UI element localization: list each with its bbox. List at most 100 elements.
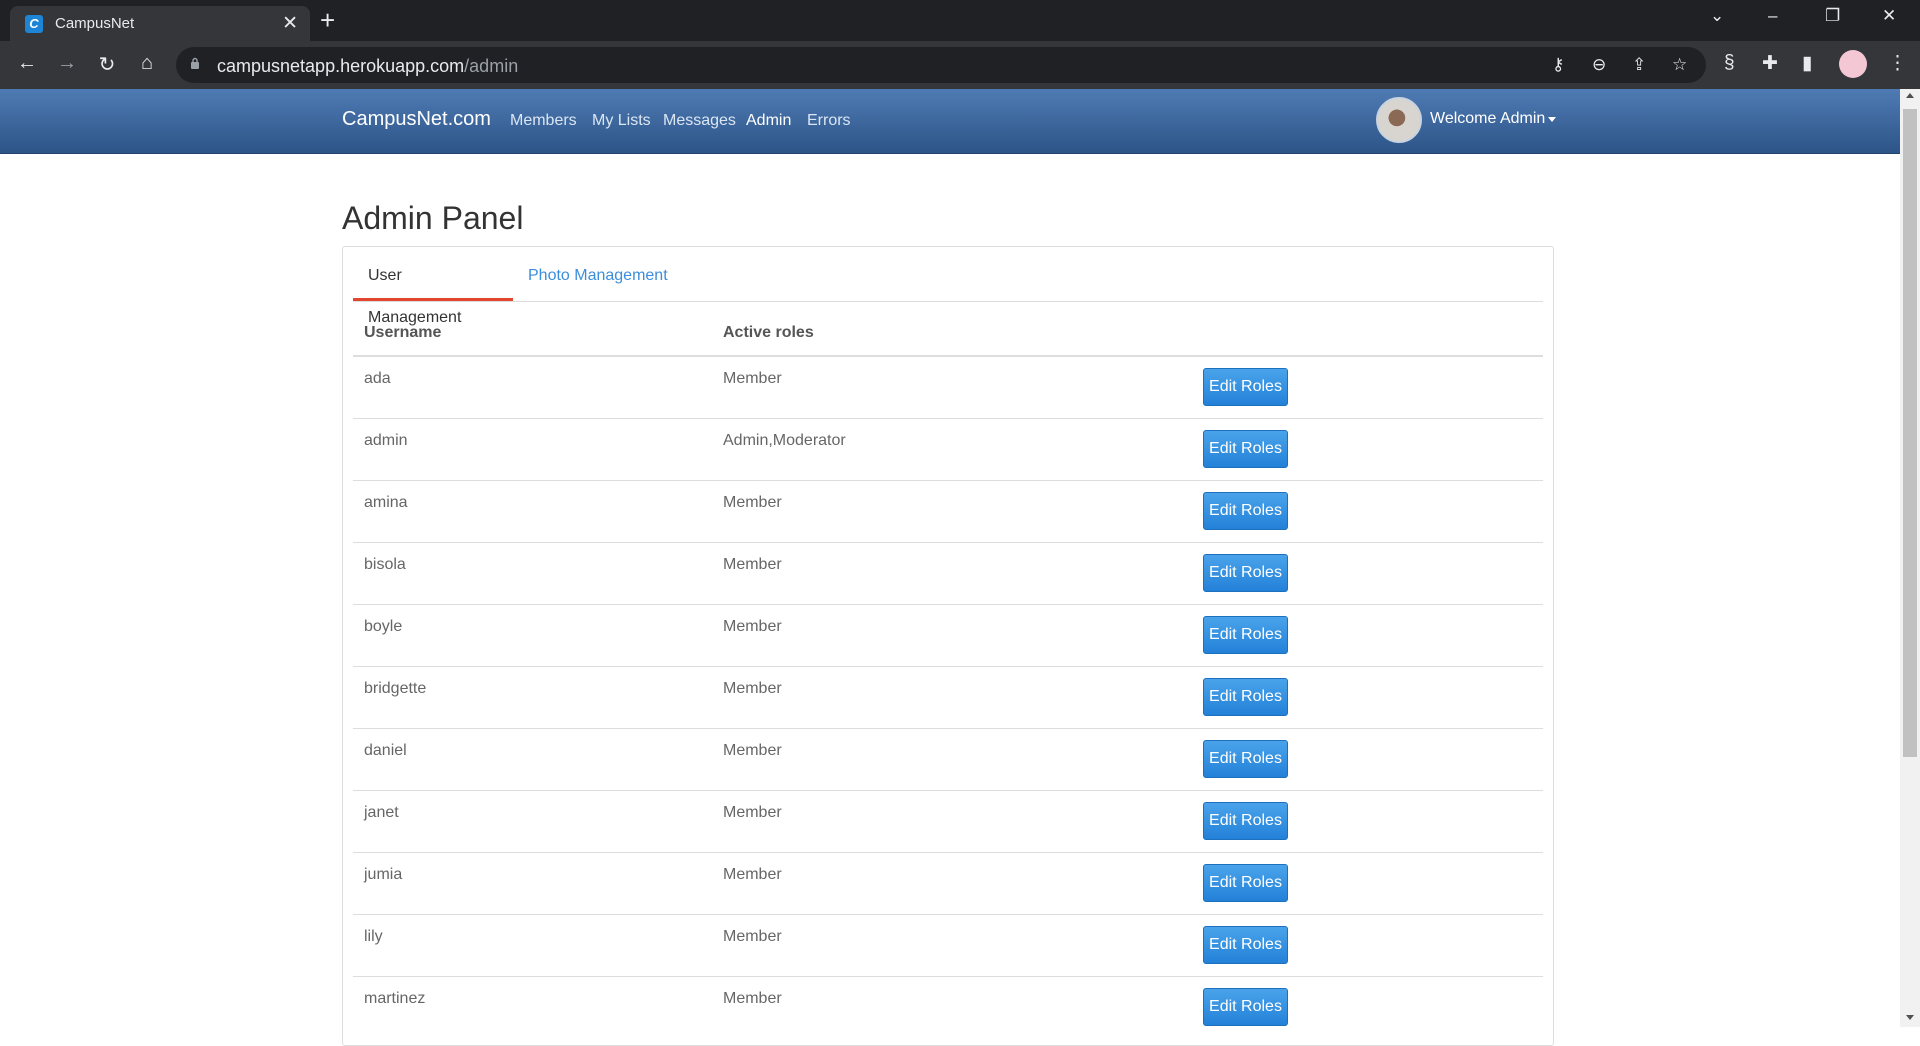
table-row: admin Admin,Moderator Edit Roles: [353, 417, 1543, 480]
table-row: lily Member Edit Roles: [353, 913, 1543, 976]
key-icon[interactable]: ⚷: [1552, 55, 1564, 75]
close-window-icon[interactable]: ✕: [1882, 6, 1896, 26]
username-cell: lily: [353, 913, 712, 976]
browser-tab-strip: C CampusNet ✕ + ⌄ – ❐ ✕: [0, 0, 1920, 41]
actions-cell: Edit Roles: [1192, 975, 1543, 1038]
edit-roles-button[interactable]: Edit Roles: [1203, 925, 1288, 964]
caret-down-icon[interactable]: [1548, 117, 1556, 122]
edit-roles-button[interactable]: Edit Roles: [1203, 677, 1288, 716]
welcome-dropdown[interactable]: Welcome Admin: [1430, 110, 1545, 128]
page-title: Admin Panel: [342, 200, 524, 236]
table-row: martinez Member Edit Roles: [353, 975, 1543, 1038]
browser-menu-icon[interactable]: ⋮: [1888, 52, 1907, 75]
tab-photo-management[interactable]: Photo Management: [513, 255, 683, 301]
actions-cell: Edit Roles: [1192, 665, 1543, 728]
browser-tab[interactable]: C CampusNet ✕: [10, 6, 310, 41]
tab-search-icon[interactable]: ⌄: [1710, 6, 1724, 26]
roles-cell: Member: [712, 479, 1192, 542]
nav-admin[interactable]: Admin: [746, 112, 791, 130]
table-row: daniel Member Edit Roles: [353, 727, 1543, 790]
actions-cell: Edit Roles: [1192, 789, 1543, 852]
actions-cell: Edit Roles: [1192, 913, 1543, 976]
zoom-icon[interactable]: ⊖: [1592, 55, 1606, 75]
table-row: janet Member Edit Roles: [353, 789, 1543, 852]
roles-cell: Member: [712, 665, 1192, 728]
roles-cell: Member: [712, 355, 1192, 418]
lock-icon: [191, 57, 199, 69]
bookmark-star-icon[interactable]: ☆: [1672, 55, 1687, 75]
scrollbar-thumb[interactable]: [1903, 109, 1917, 757]
back-icon[interactable]: ←: [14, 52, 40, 75]
table-row: ada Member Edit Roles: [353, 355, 1543, 418]
page-scrollbar[interactable]: [1900, 89, 1920, 1027]
actions-cell: Edit Roles: [1192, 479, 1543, 542]
edit-roles-button[interactable]: Edit Roles: [1203, 863, 1288, 902]
table-header-row: Username Active roles: [353, 310, 1543, 357]
edit-roles-button[interactable]: Edit Roles: [1203, 553, 1288, 592]
roles-cell: Member: [712, 975, 1192, 1038]
new-tab-icon[interactable]: +: [320, 5, 335, 36]
nav-messages[interactable]: Messages: [663, 112, 736, 130]
actions-cell: Edit Roles: [1192, 417, 1543, 480]
roles-cell: Member: [712, 541, 1192, 604]
forward-icon[interactable]: →: [54, 52, 80, 75]
admin-tabs: User Management Photo Management: [353, 255, 1543, 326]
username-cell: bridgette: [353, 665, 712, 728]
roles-cell: Member: [712, 603, 1192, 666]
site-brand[interactable]: CampusNet.com: [342, 108, 491, 131]
edit-roles-button[interactable]: Edit Roles: [1203, 801, 1288, 840]
minimize-icon[interactable]: –: [1768, 6, 1777, 26]
reload-icon[interactable]: ↻: [94, 52, 120, 77]
tab-user-management[interactable]: User Management: [353, 255, 513, 326]
actions-cell: Edit Roles: [1192, 355, 1543, 418]
roles-cell: Admin,Moderator: [712, 417, 1192, 480]
username-cell: amina: [353, 479, 712, 542]
share-icon[interactable]: ⇪: [1632, 55, 1646, 75]
profile-avatar[interactable]: [1839, 50, 1867, 78]
url-text: campusnetapp.herokuapp.com/admin: [217, 56, 519, 76]
extension-icon[interactable]: §: [1724, 52, 1735, 74]
header-actions: [1192, 310, 1543, 357]
browser-tab-title: CampusNet: [55, 15, 135, 32]
close-tab-icon[interactable]: ✕: [282, 12, 298, 35]
extensions-puzzle-icon[interactable]: ✚: [1762, 52, 1778, 75]
scroll-down-icon[interactable]: [1906, 1015, 1914, 1020]
table-row: boyle Member Edit Roles: [353, 603, 1543, 666]
home-icon[interactable]: ⌂: [134, 52, 160, 75]
roles-cell: Member: [712, 727, 1192, 790]
roles-cell: Member: [712, 913, 1192, 976]
edit-roles-button[interactable]: Edit Roles: [1203, 987, 1288, 1026]
table-row: jumia Member Edit Roles: [353, 851, 1543, 914]
edit-roles-button[interactable]: Edit Roles: [1203, 615, 1288, 654]
roles-cell: Member: [712, 851, 1192, 914]
edit-roles-button[interactable]: Edit Roles: [1203, 429, 1288, 468]
edit-roles-button[interactable]: Edit Roles: [1203, 368, 1288, 406]
actions-cell: Edit Roles: [1192, 851, 1543, 914]
actions-cell: Edit Roles: [1192, 541, 1543, 604]
username-cell: ada: [353, 355, 712, 418]
username-cell: daniel: [353, 727, 712, 790]
edit-roles-button[interactable]: Edit Roles: [1203, 739, 1288, 778]
address-bar[interactable]: campusnetapp.herokuapp.com/admin ⚷ ⊖ ⇪ ☆: [176, 47, 1706, 83]
nav-my-lists[interactable]: My Lists: [592, 112, 651, 130]
scroll-up-icon[interactable]: [1906, 93, 1914, 98]
edit-roles-button[interactable]: Edit Roles: [1203, 491, 1288, 530]
username-cell: admin: [353, 417, 712, 480]
header-active-roles: Active roles: [712, 310, 1192, 357]
restore-icon[interactable]: ❐: [1825, 6, 1840, 26]
user-avatar: [1376, 97, 1422, 143]
actions-cell: Edit Roles: [1192, 603, 1543, 666]
users-table: Username Active roles ada Member Edit Role…: [353, 310, 1543, 1038]
site-navbar: CampusNet.com Members My Lists Messages …: [0, 89, 1900, 154]
username-cell: janet: [353, 789, 712, 852]
table-row: bisola Member Edit Roles: [353, 541, 1543, 604]
table-row: amina Member Edit Roles: [353, 479, 1543, 542]
header-username: Username: [353, 310, 712, 357]
username-cell: bisola: [353, 541, 712, 604]
side-panel-icon[interactable]: ▮: [1802, 52, 1812, 75]
actions-cell: Edit Roles: [1192, 727, 1543, 790]
nav-errors[interactable]: Errors: [807, 112, 851, 130]
username-cell: jumia: [353, 851, 712, 914]
nav-members[interactable]: Members: [510, 112, 577, 130]
username-cell: boyle: [353, 603, 712, 666]
